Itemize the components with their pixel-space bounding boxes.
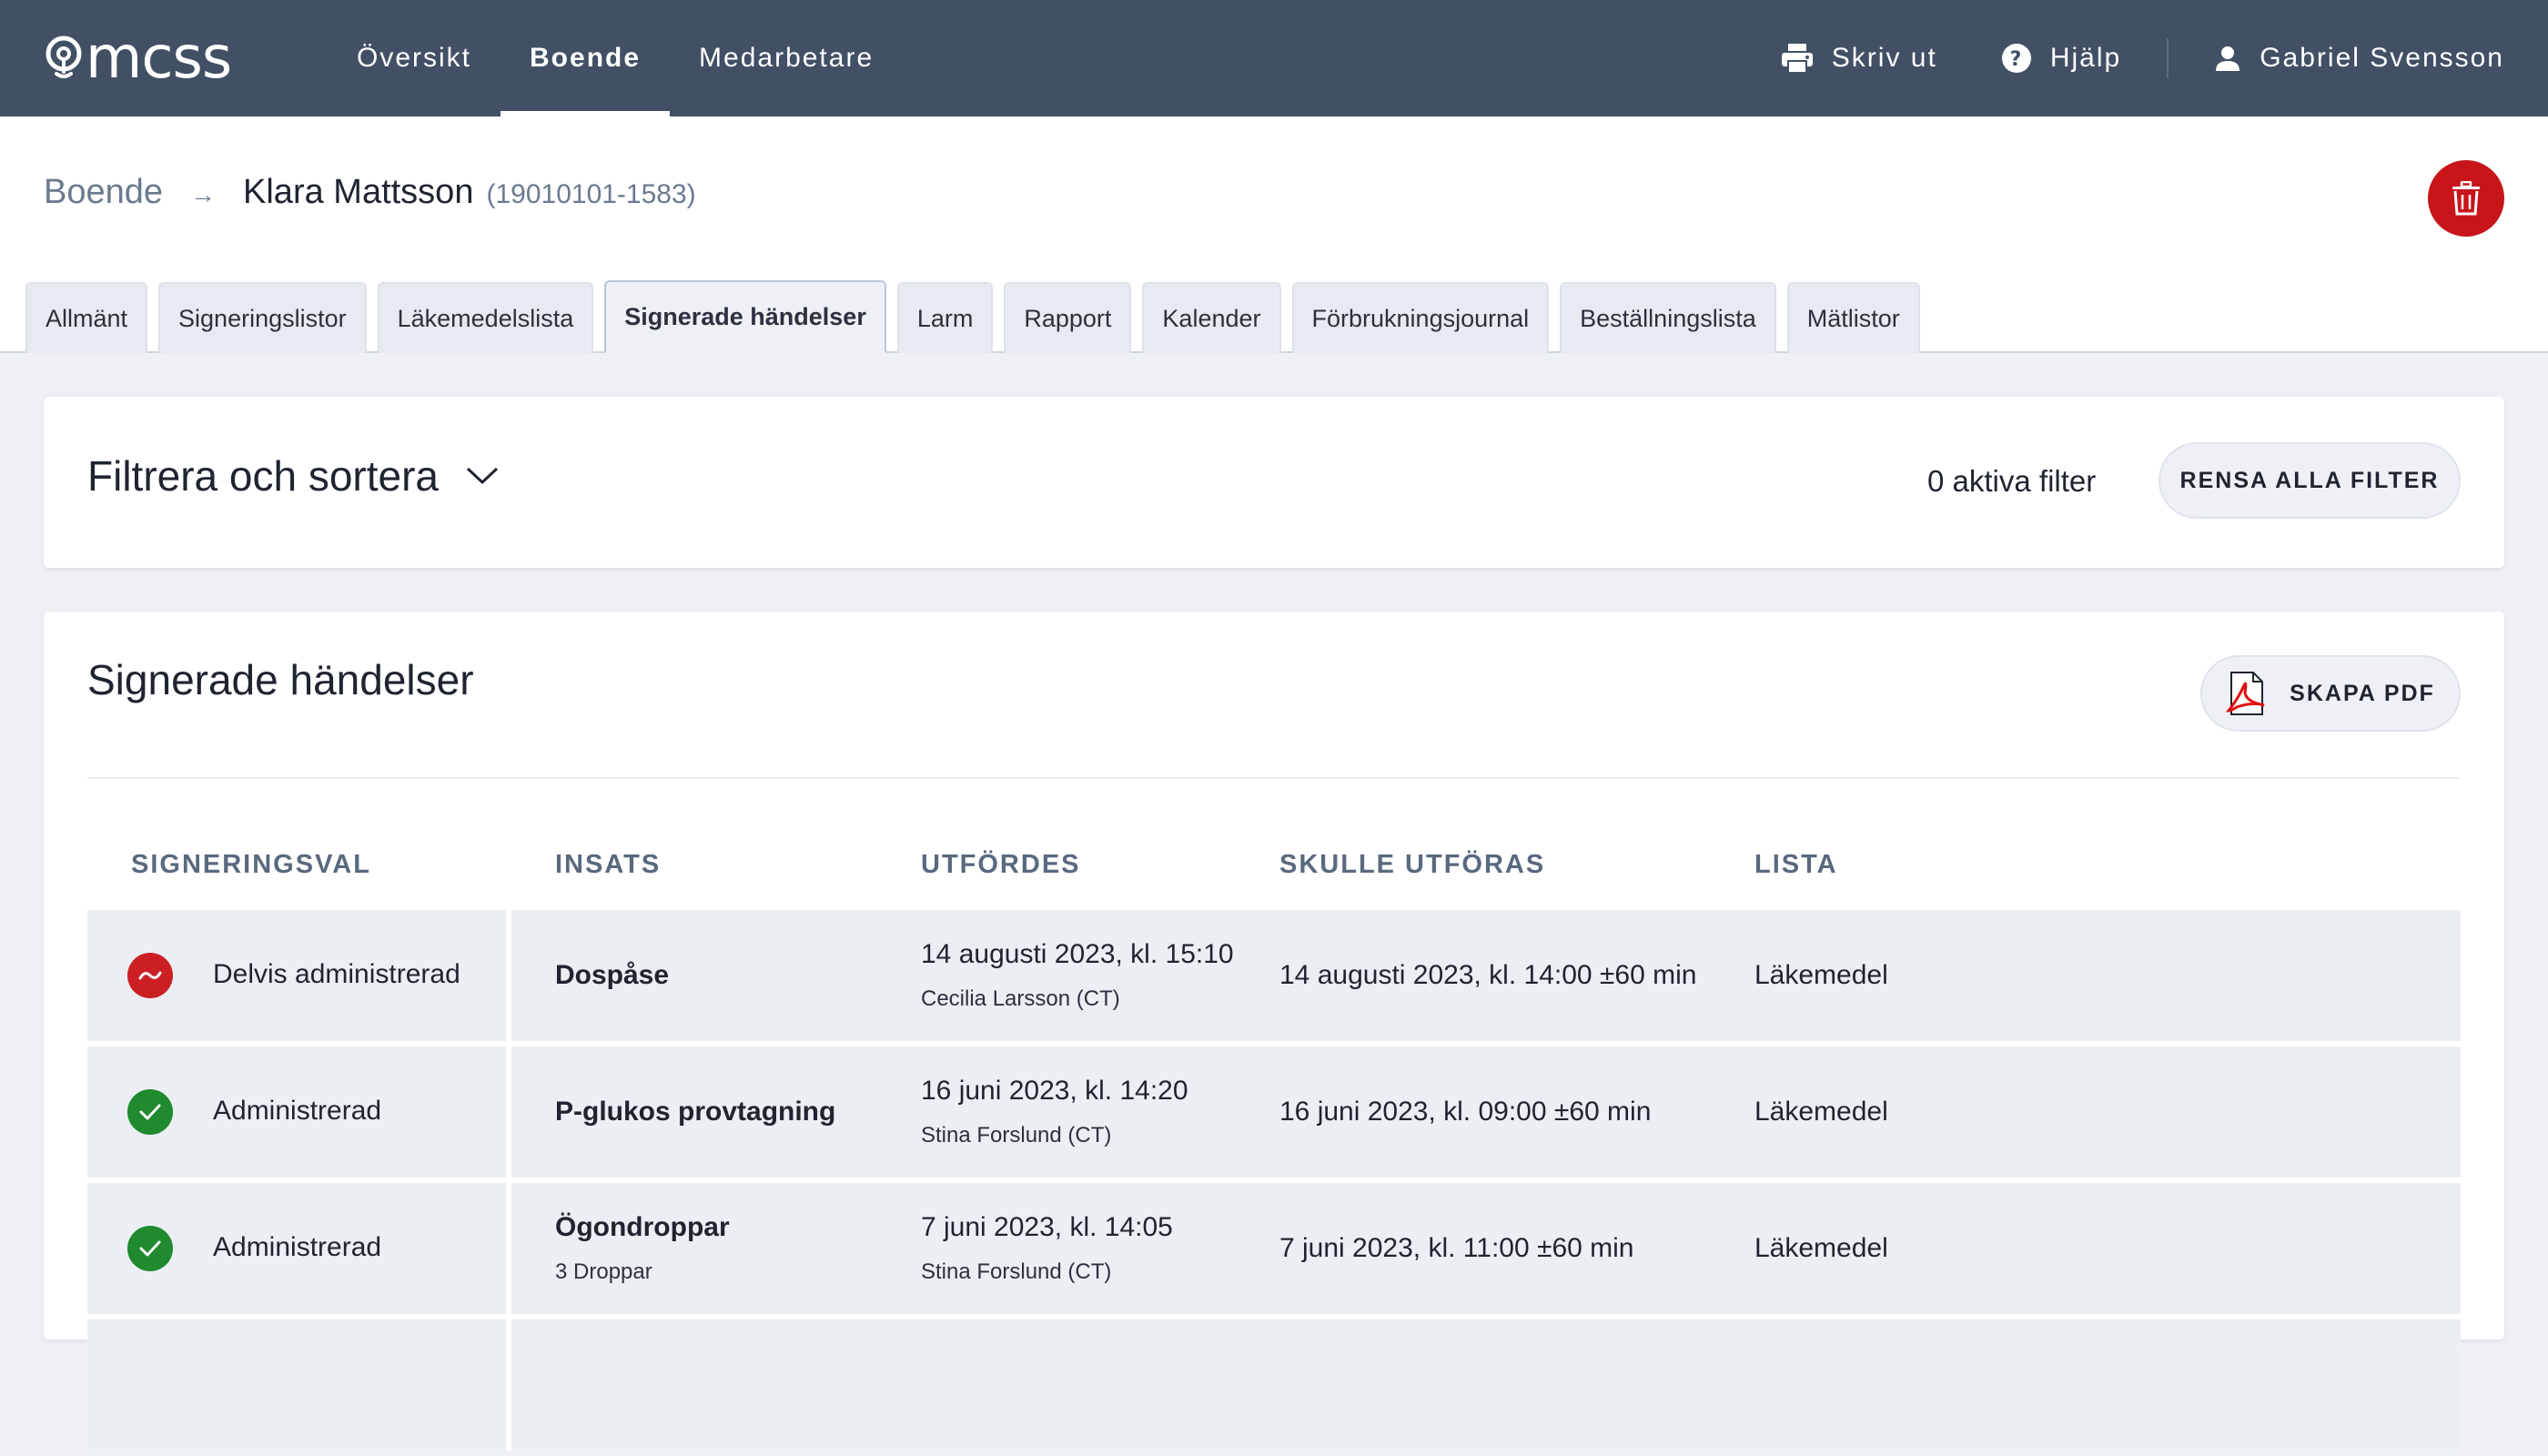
logo-text: mcss: [86, 25, 232, 92]
action-name: P-glukos provtagning: [555, 1097, 836, 1127]
scheduled-time: 16 juni 2023, kl. 09:00 ±60 min: [1279, 1097, 1652, 1127]
column-header-status[interactable]: SIGNERINGSVAL: [131, 850, 371, 880]
list-name: Läkemedel: [1754, 1097, 1888, 1127]
top-right-actions: Skriv ut ? Hjälp Gabriel Svensson: [1781, 0, 2504, 116]
card-divider: [87, 777, 2461, 779]
tab-kalender[interactable]: Kalender: [1142, 282, 1281, 353]
resident-name: Klara Mattsson: [243, 173, 474, 211]
table-row[interactable]: Administrerad Ögondroppar 3 Droppar 7 ju…: [87, 1183, 2461, 1314]
nav-boende[interactable]: Boende: [500, 0, 671, 116]
topbar-divider: [2167, 38, 2169, 78]
resident-id: (19010101-1583): [486, 179, 696, 209]
column-separator: [506, 1183, 511, 1314]
print-label: Skriv ut: [1831, 43, 1937, 73]
filter-title: Filtrera och sortera: [87, 452, 440, 500]
table-row[interactable]: Delvis administrerad Dospåse 14 augusti …: [87, 910, 2461, 1041]
help-label: Hjälp: [2049, 43, 2122, 73]
column-header-action[interactable]: INSATS: [555, 850, 661, 880]
printer-icon: [1781, 44, 1813, 74]
checkmark-icon: [139, 1240, 161, 1257]
main-nav: Översikt Boende Medarbetare: [328, 0, 903, 116]
table-row[interactable]: Administrerad P-glukos provtagning 16 ju…: [87, 1046, 2461, 1178]
table-header: SIGNERINGSVAL INSATS UTFÖRDES SKULLE UTF…: [87, 850, 2461, 895]
tab-rapport[interactable]: Rapport: [1004, 282, 1132, 353]
filter-toggle[interactable]: Filtrera och sortera: [87, 451, 499, 500]
checkmark-icon: [139, 1104, 161, 1120]
active-filter-count: 0 aktiva filter: [1927, 464, 2097, 498]
performed-by: Stina Forslund (CT): [921, 1259, 1112, 1284]
tab-lakemedelslista[interactable]: Läkemedelslista: [377, 282, 594, 353]
action-name: Dospåse: [555, 960, 670, 990]
pdf-icon: [2226, 672, 2265, 715]
performed-by: Cecilia Larsson (CT): [921, 986, 1120, 1011]
help-button[interactable]: ? Hjälp: [2001, 43, 2121, 74]
done-status-icon: [127, 1226, 173, 1271]
tab-forbrukningsjournal[interactable]: Förbrukningsjournal: [1291, 282, 1550, 353]
tab-matlistor[interactable]: Mätlistor: [1786, 282, 1920, 353]
partial-status-icon: [127, 953, 173, 998]
user-icon: [2216, 46, 2240, 71]
tab-signerade-handelser[interactable]: Signerade händelser: [604, 280, 886, 353]
column-separator: [506, 910, 511, 1041]
user-menu[interactable]: Gabriel Svensson: [2214, 43, 2504, 74]
action-name: Ögondroppar: [555, 1212, 730, 1242]
column-separator: [506, 1320, 511, 1451]
mcss-logo[interactable]: mcss: [44, 24, 232, 93]
delete-button[interactable]: [2428, 160, 2504, 237]
scheduled-time: 7 juni 2023, kl. 11:00 ±60 min: [1279, 1233, 1634, 1263]
breadcrumb-root[interactable]: Boende: [44, 173, 163, 212]
top-navigation-bar: mcss Översikt Boende Medarbetare Skriv u…: [0, 0, 2548, 116]
logo-mark-icon: [46, 35, 82, 78]
tab-larm[interactable]: Larm: [896, 282, 994, 353]
done-status-icon: [127, 1089, 173, 1135]
events-title: Signerade händelser: [87, 656, 474, 703]
help-icon: ?: [2001, 44, 2031, 73]
trash-icon: [2452, 181, 2480, 216]
breadcrumb: Boende → Klara Mattsson (19010101-1583): [44, 173, 696, 212]
nav-medarbetare[interactable]: Medarbetare: [670, 0, 903, 116]
column-header-scheduled[interactable]: SKULLE UTFÖRAS: [1279, 850, 1545, 880]
performed-by: Stina Forslund (CT): [921, 1123, 1112, 1148]
print-button[interactable]: Skriv ut: [1781, 43, 1937, 74]
performed-time: 16 juni 2023, kl. 14:20: [921, 1076, 1188, 1106]
nav-oversikt[interactable]: Översikt: [328, 0, 500, 116]
user-name: Gabriel Svensson: [2260, 43, 2504, 73]
tab-signeringslistor[interactable]: Signeringslistor: [158, 282, 367, 353]
filter-card: Filtrera och sortera 0 aktiva filter REN…: [44, 397, 2504, 568]
column-separator: [506, 1046, 511, 1178]
performed-time: 14 augusti 2023, kl. 15:10: [921, 939, 1234, 969]
scheduled-time: 14 augusti 2023, kl. 14:00 ±60 min: [1279, 960, 1697, 990]
performed-time: 7 juni 2023, kl. 14:05: [921, 1212, 1173, 1242]
status-label: Delvis administrerad: [213, 959, 460, 989]
list-name: Läkemedel: [1754, 960, 1888, 990]
chevron-down-icon: [466, 467, 499, 485]
page-header: Boende → Klara Mattsson (19010101-1583) …: [0, 116, 2548, 353]
events-card: Signerade händelser SKAPA PDF SIGNERINGS…: [44, 612, 2504, 1451]
create-pdf-label: SKAPA PDF: [2290, 680, 2435, 706]
list-name: Läkemedel: [1754, 1233, 1888, 1263]
column-header-list[interactable]: LISTA: [1754, 850, 1838, 880]
tab-bestallningslista[interactable]: Beställningslista: [1560, 282, 1776, 353]
tab-bar: Allmänt Signeringslistor Läkemedelslista…: [25, 280, 1931, 353]
clear-filters-button[interactable]: RENSA ALLA FILTER: [2159, 442, 2461, 519]
arrow-right-icon: →: [190, 180, 217, 208]
create-pdf-button[interactable]: SKAPA PDF: [2200, 655, 2461, 732]
svg-text:?: ?: [2009, 48, 2023, 71]
action-dose: 3 Droppar: [555, 1259, 652, 1284]
status-label: Administrerad: [213, 1232, 382, 1262]
events-table-body: Delvis administrerad Dospåse 14 augusti …: [87, 910, 2461, 1456]
tab-allmant[interactable]: Allmänt: [25, 282, 148, 353]
column-header-performed[interactable]: UTFÖRDES: [921, 850, 1081, 880]
tilde-icon: [138, 971, 162, 980]
table-row[interactable]: [87, 1320, 2461, 1451]
status-label: Administrerad: [213, 1096, 382, 1126]
